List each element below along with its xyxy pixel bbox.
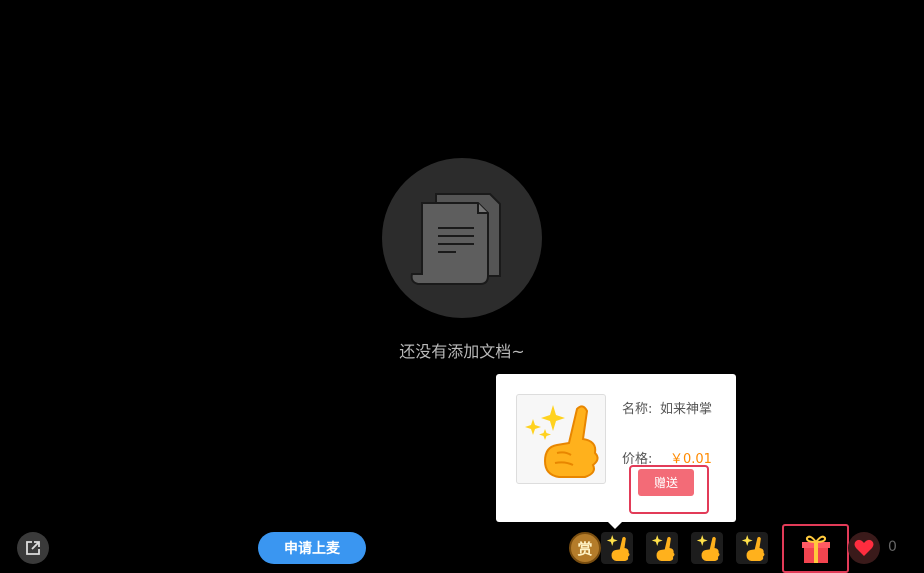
gift-name-value: 如来神掌 <box>659 402 712 417</box>
thumbs-up-sparkle-icon <box>606 535 630 561</box>
like-button[interactable] <box>848 532 880 564</box>
thumbs-up-sparkle-icon <box>651 535 675 561</box>
gift-item[interactable] <box>646 532 678 564</box>
gift-item[interactable] <box>736 532 768 564</box>
document-placeholder-circle <box>382 158 542 318</box>
heart-icon <box>854 539 874 556</box>
send-gift-button[interactable]: 赠送 <box>638 469 694 496</box>
empty-state-message: 还没有添加文档~ <box>399 342 525 361</box>
thumbs-up-sparkle-icon <box>696 535 720 561</box>
gift-box-icon <box>801 535 830 563</box>
external-link-icon <box>26 541 40 555</box>
thumbs-up-sparkle-icon <box>525 405 599 478</box>
document-stack-icon <box>410 193 501 285</box>
reward-button[interactable]: 赏 <box>569 532 601 564</box>
gift-item[interactable] <box>601 532 633 564</box>
gift-image <box>516 394 606 484</box>
thumbs-up-sparkle-icon <box>741 535 765 561</box>
like-count: 0 <box>888 539 897 555</box>
popup-pointer <box>607 521 623 529</box>
apply-mic-button[interactable]: 申请上麦 <box>258 532 366 564</box>
share-button[interactable] <box>17 532 49 564</box>
gift-name-label: 名称: <box>622 402 653 417</box>
gift-item[interactable] <box>691 532 723 564</box>
gift-box-button[interactable] <box>782 524 849 573</box>
